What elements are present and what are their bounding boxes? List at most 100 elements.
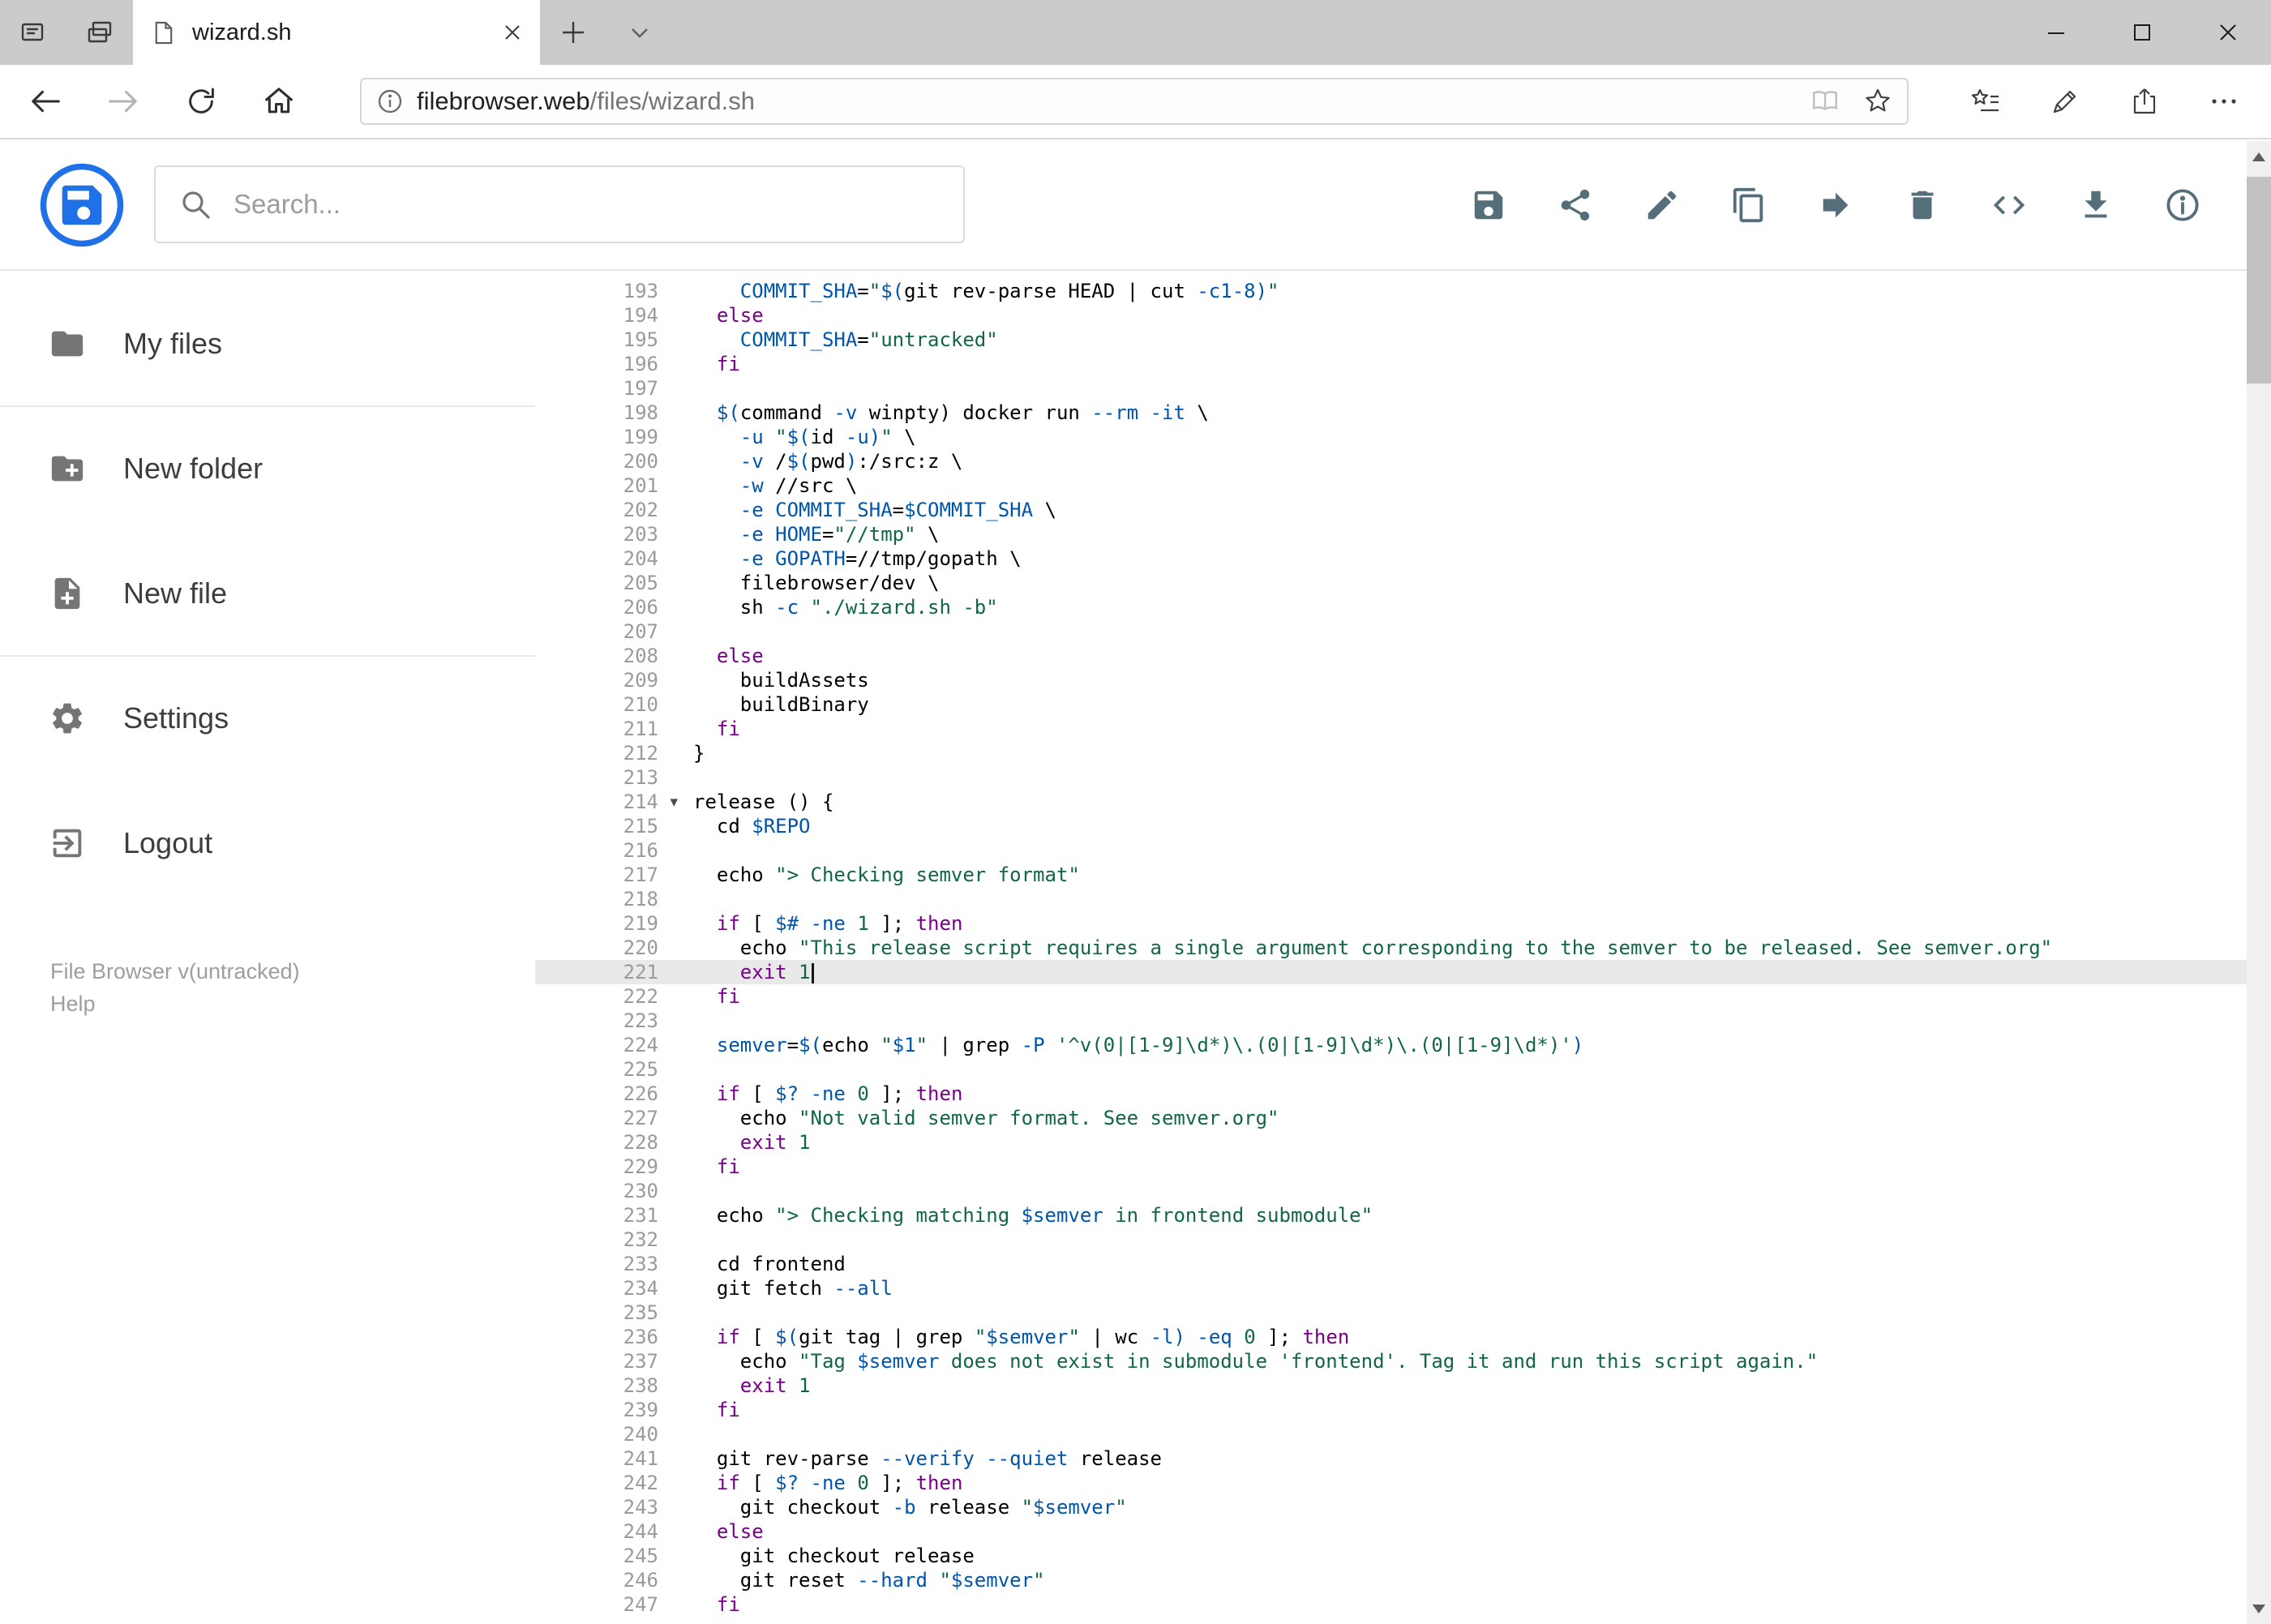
code-line[interactable]: 222 fi (535, 984, 2247, 1009)
code-line[interactable]: 241 git rev-parse --verify --quiet relea… (535, 1446, 2247, 1471)
code-line[interactable]: 239 fi (535, 1398, 2247, 1422)
code-line[interactable]: 220 echo "This release script requires a… (535, 936, 2247, 960)
code-line[interactable]: 219 if [ $# -ne 1 ]; then (535, 911, 2247, 936)
share-file-button[interactable] (1557, 186, 1594, 224)
favorite-button[interactable] (1863, 87, 1892, 116)
refresh-button[interactable] (162, 65, 240, 138)
code-line[interactable]: 212} (535, 741, 2247, 765)
code-line[interactable]: 247 fi (535, 1592, 2247, 1617)
code-line[interactable]: 211 fi (535, 717, 2247, 741)
code-line[interactable]: 216 (535, 838, 2247, 863)
code-line[interactable]: 215 cd $REPO (535, 814, 2247, 838)
tabs-aside-button[interactable] (66, 0, 133, 65)
new-tab-button[interactable] (540, 0, 606, 65)
rename-button[interactable] (1643, 186, 1681, 224)
code-line[interactable]: 232 (535, 1228, 2247, 1252)
back-button[interactable] (6, 65, 84, 138)
code-line[interactable]: 237 echo "Tag $semver does not exist in … (535, 1349, 2247, 1373)
url-text[interactable]: filebrowser.web/files/wizard.sh (417, 87, 1787, 116)
code-line[interactable]: 244 else (535, 1519, 2247, 1544)
code-line[interactable]: 204 -e GOPATH=//tmp/gopath \ (535, 546, 2247, 571)
scrollbar-thumb[interactable] (2247, 177, 2271, 384)
search-input[interactable] (234, 189, 941, 220)
code-line[interactable]: 202 -e COMMIT_SHA=$COMMIT_SHA \ (535, 498, 2247, 522)
code-line[interactable]: 240 (535, 1422, 2247, 1446)
code-line[interactable]: 224 semver=$(echo "$1" | grep -P '^v(0|[… (535, 1033, 2247, 1057)
code-line[interactable]: 200 -v /$(pwd):/src:z \ (535, 449, 2247, 473)
code-line[interactable]: 195 COMMIT_SHA="untracked" (535, 328, 2247, 352)
minimize-button[interactable] (2013, 0, 2099, 65)
save-button[interactable] (1470, 186, 1507, 224)
share-button[interactable] (2105, 65, 2184, 138)
tab-list-button[interactable] (606, 0, 673, 65)
scroll-down-button[interactable] (2247, 1593, 2271, 1624)
delete-button[interactable] (1904, 186, 1941, 224)
copy-button[interactable] (1730, 186, 1768, 224)
code-line[interactable]: 227 echo "Not valid semver format. See s… (535, 1106, 2247, 1130)
code-line[interactable]: 208 else (535, 644, 2247, 668)
code-line[interactable]: 225 (535, 1057, 2247, 1082)
code-line[interactable]: 206 sh -c "./wizard.sh -b" (535, 595, 2247, 619)
search-box[interactable] (154, 165, 965, 243)
sidebar-item-new-folder[interactable]: New folder (0, 418, 535, 519)
code-line[interactable]: 246 git reset --hard "$semver" (535, 1568, 2247, 1592)
code-line[interactable]: 197 (535, 376, 2247, 401)
code-line[interactable]: 199 -u "$(id -u)" \ (535, 425, 2247, 449)
web-note-button[interactable] (2025, 65, 2105, 138)
sidebar-item-logout[interactable]: Logout (0, 793, 535, 893)
tab-close-button[interactable] (503, 23, 522, 42)
code-line[interactable]: 218 (535, 887, 2247, 911)
code-line[interactable]: 193 COMMIT_SHA="$(git rev-parse HEAD | c… (535, 279, 2247, 303)
code-line[interactable]: 245 git checkout release (535, 1544, 2247, 1568)
sidebar-item-settings[interactable]: Settings (0, 668, 535, 769)
help-link[interactable]: Help (50, 988, 535, 1020)
code-line[interactable]: 223 (535, 1009, 2247, 1033)
site-info-icon[interactable] (376, 88, 404, 115)
move-button[interactable] (1817, 186, 1854, 224)
code-line[interactable]: 196 fi (535, 352, 2247, 376)
app-logo[interactable] (39, 162, 125, 248)
reading-view-button[interactable] (1810, 86, 1840, 117)
code-line[interactable]: 229 fi (535, 1155, 2247, 1179)
download-button[interactable] (2077, 186, 2115, 224)
code-line[interactable]: 226 if [ $? -ne 0 ]; then (535, 1082, 2247, 1106)
fold-marker-icon[interactable]: ▾ (670, 790, 678, 814)
code-line[interactable]: 243 git checkout -b release "$semver" (535, 1495, 2247, 1519)
sidebar-item-my-files[interactable]: My files (0, 294, 535, 394)
hub-button[interactable] (1946, 65, 2025, 138)
code-line[interactable]: 214 ▾ release () { (535, 790, 2247, 814)
code-line[interactable]: 242 if [ $? -ne 0 ]; then (535, 1471, 2247, 1495)
address-bar[interactable]: filebrowser.web/files/wizard.sh (360, 78, 1909, 125)
source-code-button[interactable] (1990, 186, 2028, 224)
code-line[interactable]: 198 $(command -v winpty) docker run --rm… (535, 401, 2247, 425)
code-line[interactable]: 213 (535, 765, 2247, 790)
code-line[interactable]: 210 buildBinary (535, 692, 2247, 717)
page-scrollbar[interactable] (2247, 141, 2271, 1624)
code-editor[interactable]: 193 COMMIT_SHA="$(git rev-parse HEAD | c… (535, 271, 2247, 1624)
more-options-button[interactable] (2184, 65, 2264, 138)
code-line[interactable]: 201 -w //src \ (535, 473, 2247, 498)
home-button[interactable] (240, 65, 318, 138)
code-line[interactable]: 233 cd frontend (535, 1252, 2247, 1276)
code-line[interactable]: 236 if [ $(git tag | grep "$semver" | wc… (535, 1325, 2247, 1349)
code-line[interactable]: 217 echo "> Checking semver format" (535, 863, 2247, 887)
tab-preview-button[interactable] (0, 0, 66, 65)
code-line[interactable]: 231 echo "> Checking matching $semver in… (535, 1203, 2247, 1228)
sidebar-item-new-file[interactable]: New file (0, 543, 535, 644)
code-line[interactable]: 221 exit 1 (535, 960, 2247, 984)
code-line[interactable]: 235 (535, 1300, 2247, 1325)
code-line[interactable]: 194 else (535, 303, 2247, 328)
code-line[interactable]: 238 exit 1 (535, 1373, 2247, 1398)
code-line[interactable]: 207 (535, 619, 2247, 644)
file-info-button[interactable] (2164, 186, 2201, 224)
code-line[interactable]: 205 filebrowser/dev \ (535, 571, 2247, 595)
code-line[interactable]: 209 buildAssets (535, 668, 2247, 692)
browser-tab[interactable]: wizard.sh (133, 0, 540, 65)
code-line[interactable]: 230 (535, 1179, 2247, 1203)
scroll-up-button[interactable] (2247, 141, 2271, 172)
code-line[interactable]: 203 -e HOME="//tmp" \ (535, 522, 2247, 546)
code-line[interactable]: 234 git fetch --all (535, 1276, 2247, 1300)
forward-button[interactable] (84, 65, 162, 138)
code-line[interactable]: 228 exit 1 (535, 1130, 2247, 1155)
maximize-button[interactable] (2099, 0, 2185, 65)
